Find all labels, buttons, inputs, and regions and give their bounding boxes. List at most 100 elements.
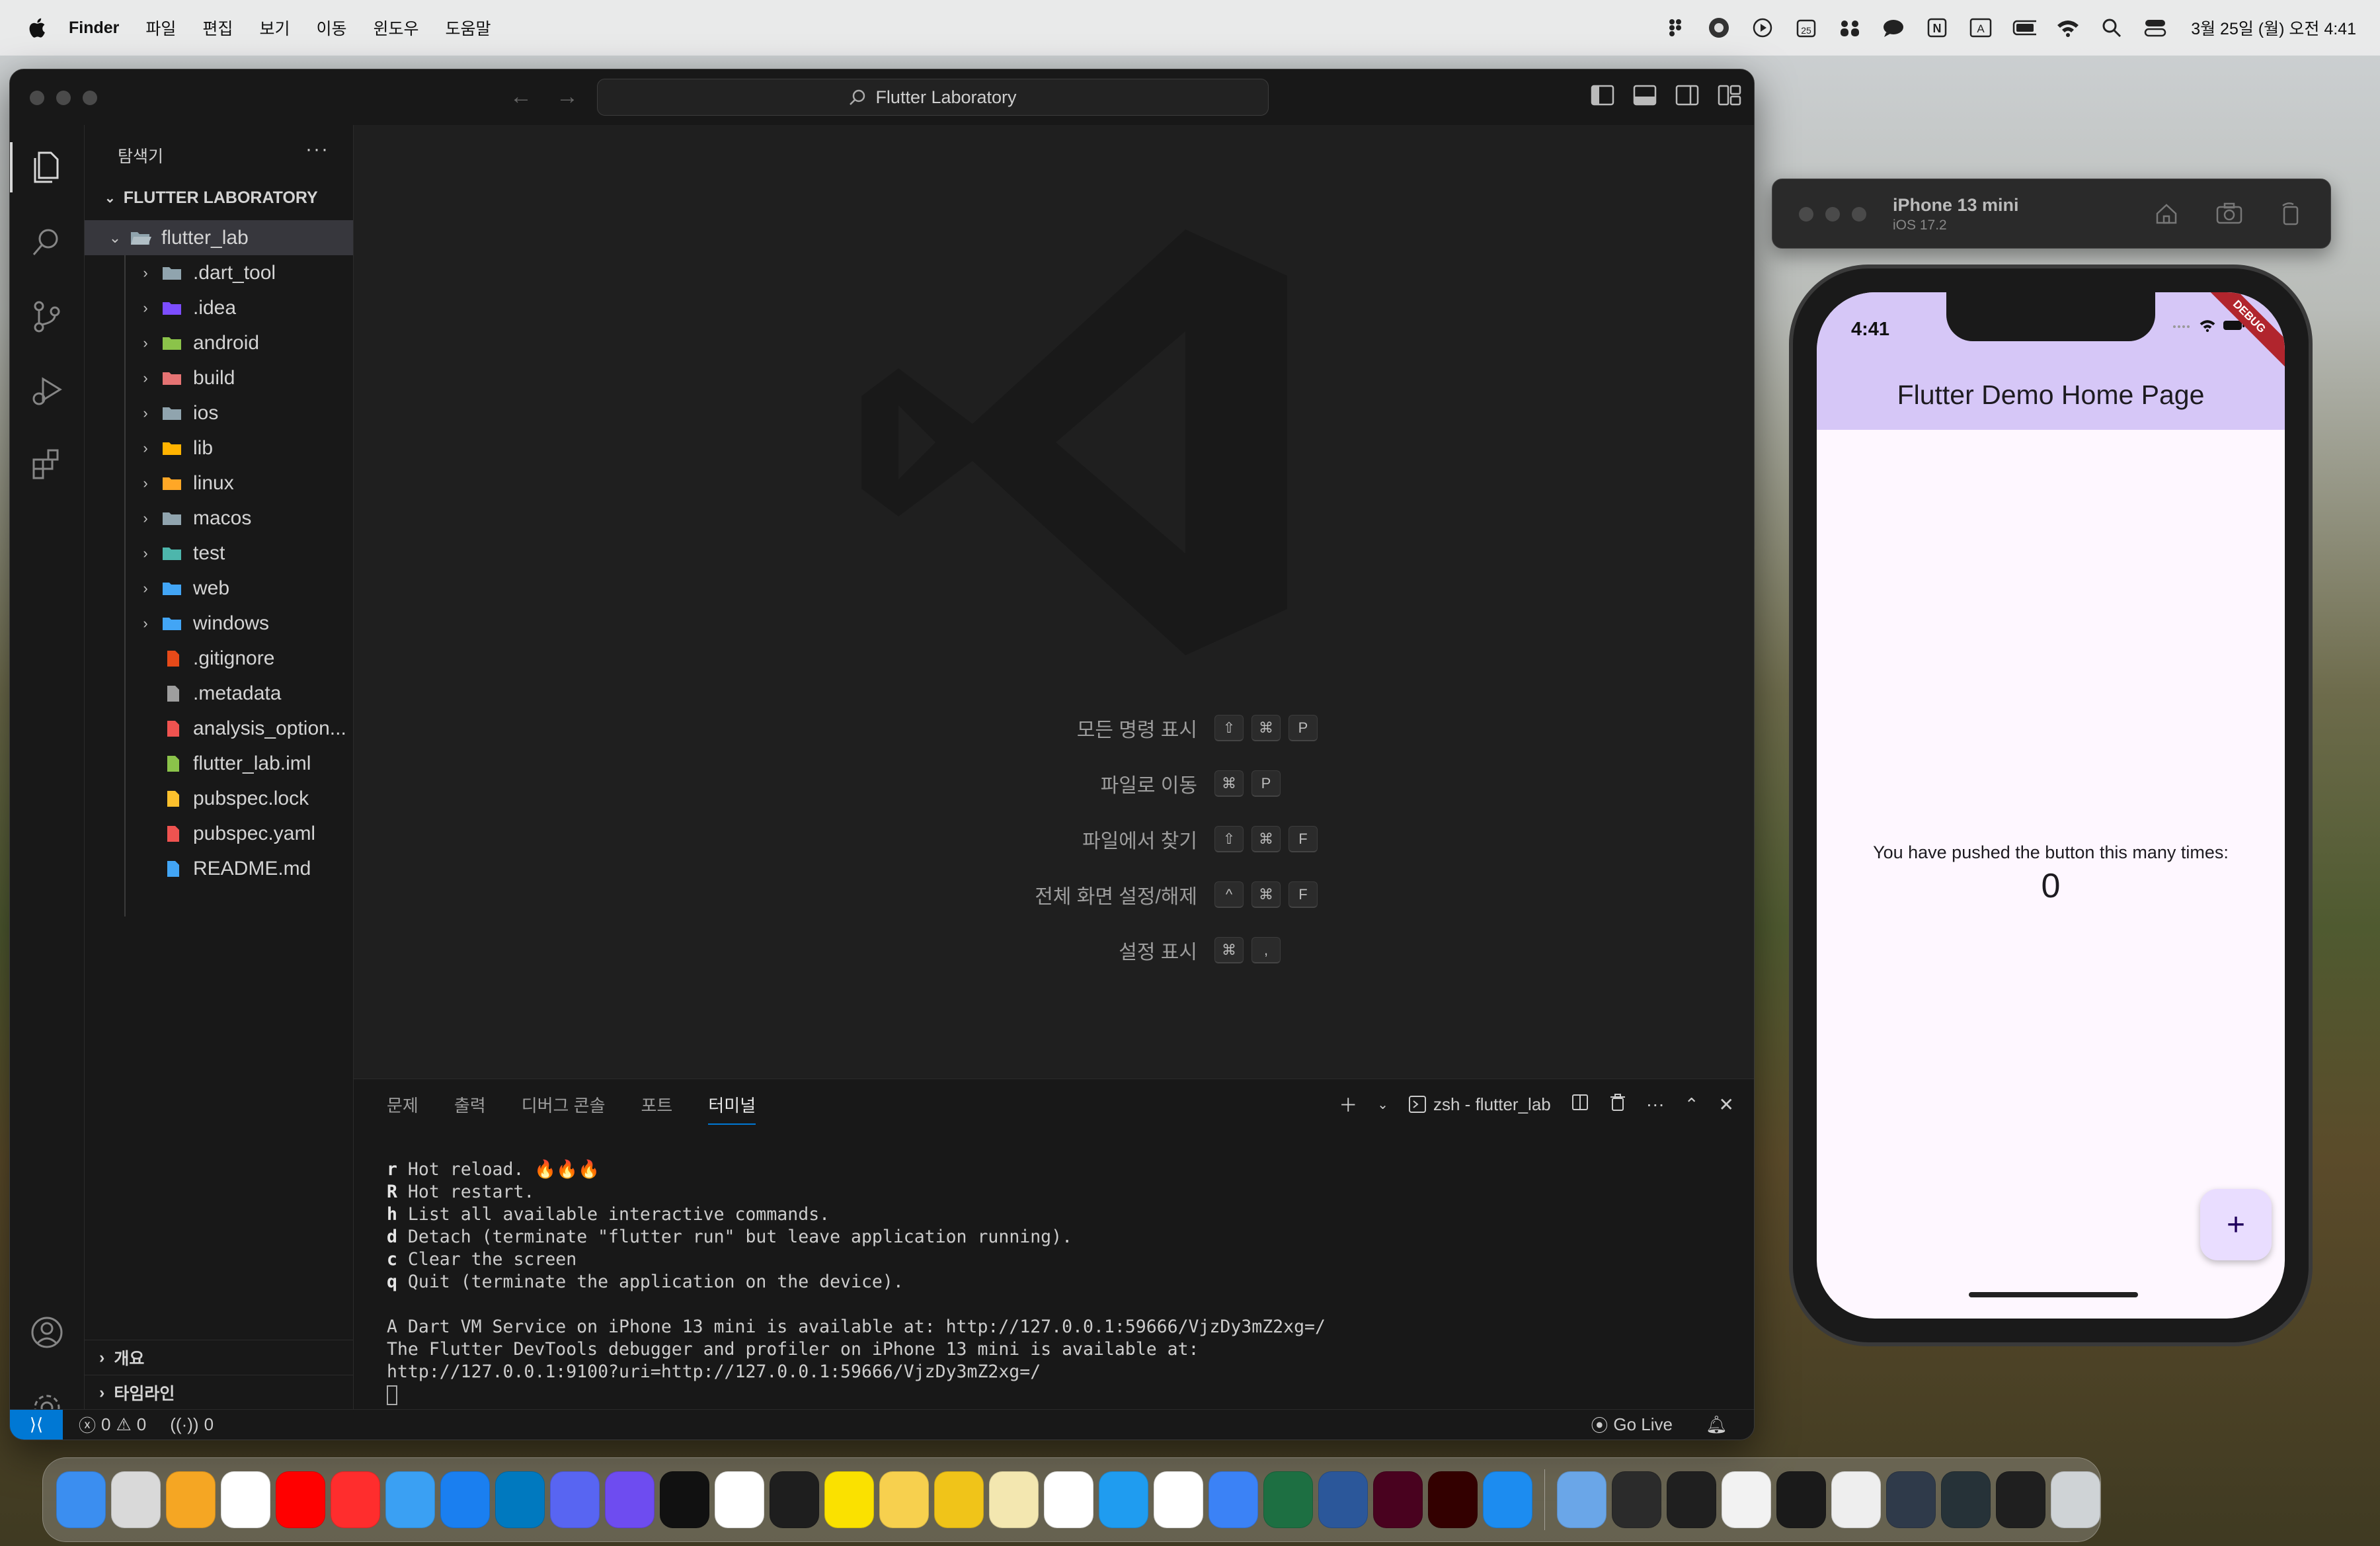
dock-notes-icon[interactable] [879,1471,929,1528]
apple-logo-icon[interactable] [26,17,46,39]
dock-window-3-icon[interactable] [1722,1471,1772,1528]
search-view-icon[interactable] [28,224,65,261]
record-status-icon[interactable] [1707,16,1731,40]
zoom-window-button[interactable] [1852,207,1866,222]
dock-terminal-icon[interactable] [659,1471,709,1528]
dock-window-4-icon[interactable] [1776,1471,1827,1528]
dock-wave-icon[interactable] [933,1471,984,1528]
tab-ports[interactable]: 포트 [641,1092,673,1125]
dock-stickies-icon[interactable] [988,1471,1039,1528]
tree-item[interactable]: analysis_option... [85,711,353,746]
tab-terminal[interactable]: 터미널 [708,1092,756,1125]
bell-icon[interactable]: 🔔︎ [1706,1414,1727,1435]
dock-excel-icon[interactable] [1263,1471,1313,1528]
more-actions-icon[interactable]: ··· [305,138,329,161]
dock-launchpad-icon[interactable] [110,1471,161,1528]
source-control-icon[interactable] [28,298,65,335]
tree-item[interactable]: README.md [85,851,353,886]
dock-photos-icon[interactable] [165,1471,216,1528]
new-terminal-icon[interactable]: ＋ [1339,1091,1357,1118]
tree-item-root[interactable]: ⌄ flutter_lab [85,220,353,255]
tree-item[interactable]: pubspec.lock [85,781,353,816]
tree-item[interactable]: › android [85,325,353,360]
tree-item[interactable]: › linux [85,466,353,501]
customize-layout-icon[interactable] [1717,83,1742,108]
dock-trello-icon[interactable] [495,1471,545,1528]
maximize-panel-icon[interactable]: ⌃ [1685,1094,1699,1115]
dock-chat-icon[interactable] [604,1471,654,1528]
tree-item[interactable]: › .dart_tool [85,255,353,290]
dock-xcode-icon[interactable] [1482,1471,1532,1528]
increment-fab-button[interactable]: + [2200,1189,2272,1260]
messages-status-icon[interactable] [1882,16,1905,40]
dock-capcut-icon[interactable] [1043,1471,1093,1528]
menu-help[interactable]: 도움말 [445,16,491,40]
run-debug-icon[interactable] [28,372,65,409]
trash-icon[interactable] [1609,1093,1626,1116]
tree-item[interactable]: › lib [85,430,353,466]
go-live-button[interactable]: ⦿ Go Live [1591,1412,1673,1437]
dock-figma-icon[interactable] [769,1471,819,1528]
dock-window-1-icon[interactable] [1612,1471,1662,1528]
dock-notion-icon[interactable] [714,1471,764,1528]
dock-app-store-icon[interactable] [440,1471,490,1528]
workspace-section[interactable]: ⌄ FLUTTER LABORATORY [104,188,318,208]
menu-app-name[interactable]: Finder [69,19,119,38]
terminal-output[interactable]: r Hot reload. 🔥🔥🔥 R Hot restart. h List al… [387,1159,1326,1406]
dock-chrome-icon[interactable] [220,1471,270,1528]
tab-output[interactable]: 출력 [454,1092,486,1125]
dock-translator-icon[interactable] [1208,1471,1258,1528]
toggle-primary-sidebar-icon[interactable] [1590,83,1615,108]
tree-item[interactable]: › build [85,360,353,395]
tree-item[interactable]: flutter_lab.iml [85,746,353,781]
control-center-icon[interactable] [2143,16,2167,40]
dock-downloads-icon[interactable] [1557,1471,1607,1528]
dock-window-8-icon[interactable] [1996,1471,2046,1528]
chevron-down-icon[interactable]: ⌄ [1377,1096,1388,1113]
dock-youtube-icon[interactable] [275,1471,325,1528]
dock-kakaotalk-icon[interactable] [824,1471,874,1528]
screenshot-camera-icon[interactable] [2215,200,2242,227]
ports-status[interactable]: ((·)) 0 [170,1414,214,1435]
notion-status-icon[interactable]: N [1925,16,1949,40]
close-window-button[interactable] [30,91,44,105]
dock-window-5-icon[interactable] [1831,1471,1882,1528]
command-center[interactable]: Flutter Laboratory [597,79,1269,116]
back-arrow-icon[interactable]: ← [510,84,532,110]
dock-slack-icon[interactable] [1153,1471,1203,1528]
tree-item[interactable]: › windows [85,606,353,641]
dock-window-6-icon[interactable] [1886,1471,1936,1528]
problems-status[interactable]: ⓧ 0 ⚠ 0 [79,1412,146,1437]
close-window-button[interactable] [1799,207,1813,222]
dock-finder-icon[interactable] [56,1471,106,1528]
dock-discord-icon[interactable] [549,1471,600,1528]
dock-youtube-music-icon[interactable] [330,1471,380,1528]
menu-window[interactable]: 윈도우 [373,16,418,40]
tree-item[interactable]: › .idea [85,290,353,325]
battery-icon[interactable] [2012,16,2037,40]
minimize-window-button[interactable] [56,91,71,105]
more-actions-icon[interactable]: ··· [1646,1094,1665,1115]
spotlight-search-icon[interactable] [2100,16,2123,40]
outline-section[interactable]: › 개요 [85,1340,353,1375]
calendar-status-icon[interactable]: 25 [1794,16,1818,40]
tree-item[interactable]: › ios [85,395,353,430]
dock-vscode-icon[interactable] [1098,1471,1148,1528]
forward-arrow-icon[interactable]: → [556,84,578,110]
close-panel-icon[interactable]: ✕ [1719,1094,1734,1116]
dock-safari-icon[interactable] [385,1471,435,1528]
split-terminal-icon[interactable] [1571,1093,1589,1116]
menu-file[interactable]: 파일 [145,16,176,40]
menu-go[interactable]: 이동 [316,16,346,40]
tree-item[interactable]: › web [85,571,353,606]
toggle-panel-icon[interactable] [1632,83,1657,108]
home-icon[interactable] [2153,200,2180,227]
tab-problems[interactable]: 문제 [387,1092,418,1125]
menubar-clock[interactable]: 3월 25일 (월) 오전 4:41 [2191,16,2356,40]
tab-debug-console[interactable]: 디버그 콘솔 [522,1092,606,1125]
input-source-icon[interactable]: A [1969,16,1993,40]
explorer-icon[interactable] [10,142,65,192]
extensions-icon[interactable] [28,446,65,483]
tree-item[interactable]: .metadata [85,676,353,711]
users-status-icon[interactable] [1838,16,1862,40]
